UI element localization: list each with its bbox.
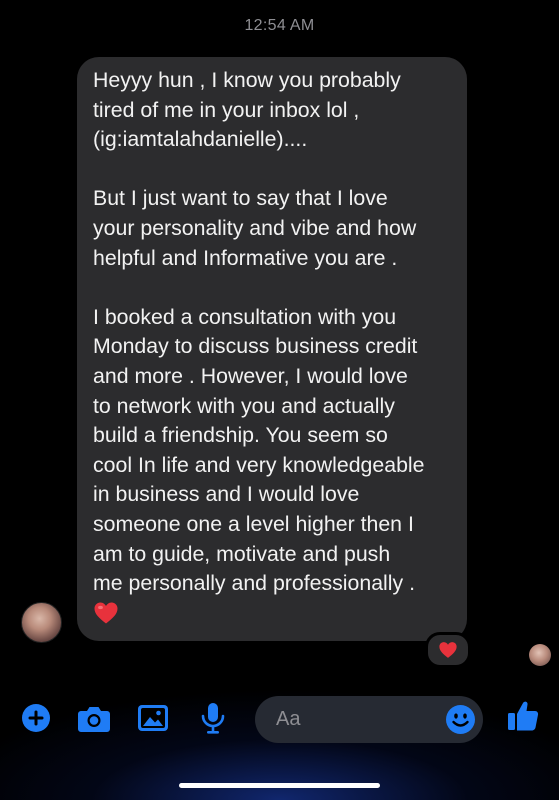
message-bubble[interactable]: Heyyy hun , I know you probably tired of… — [77, 57, 467, 641]
message-paragraph: But I just want to say that I love your … — [93, 186, 417, 270]
seen-avatar — [529, 644, 551, 666]
emoji-icon[interactable] — [445, 704, 476, 735]
plus-icon — [22, 704, 50, 732]
message-timestamp: 12:54 AM — [244, 17, 315, 34]
message-input[interactable]: Aa — [255, 696, 483, 743]
microphone-button[interactable] — [195, 700, 231, 736]
message-paragraph: I booked a consultation with you Monday … — [93, 304, 425, 596]
sender-avatar[interactable] — [21, 602, 62, 643]
plus-button[interactable] — [18, 700, 54, 736]
like-button[interactable] — [505, 698, 541, 734]
message-input-placeholder: Aa — [276, 708, 301, 730]
heart-reaction-icon — [439, 642, 457, 658]
heart-emoji-line — [93, 601, 453, 631]
gallery-button[interactable] — [135, 700, 171, 736]
message-paragraph: Heyyy hun , I know you probably tired of… — [93, 68, 401, 152]
heart-emoji-icon — [94, 602, 118, 624]
camera-button[interactable] — [76, 700, 112, 736]
microphone-icon — [201, 703, 225, 734]
image-icon — [138, 705, 168, 731]
home-indicator[interactable] — [179, 783, 380, 788]
reaction-badge[interactable] — [425, 632, 471, 668]
thumbs-up-icon — [508, 701, 539, 731]
camera-icon — [78, 707, 110, 732]
